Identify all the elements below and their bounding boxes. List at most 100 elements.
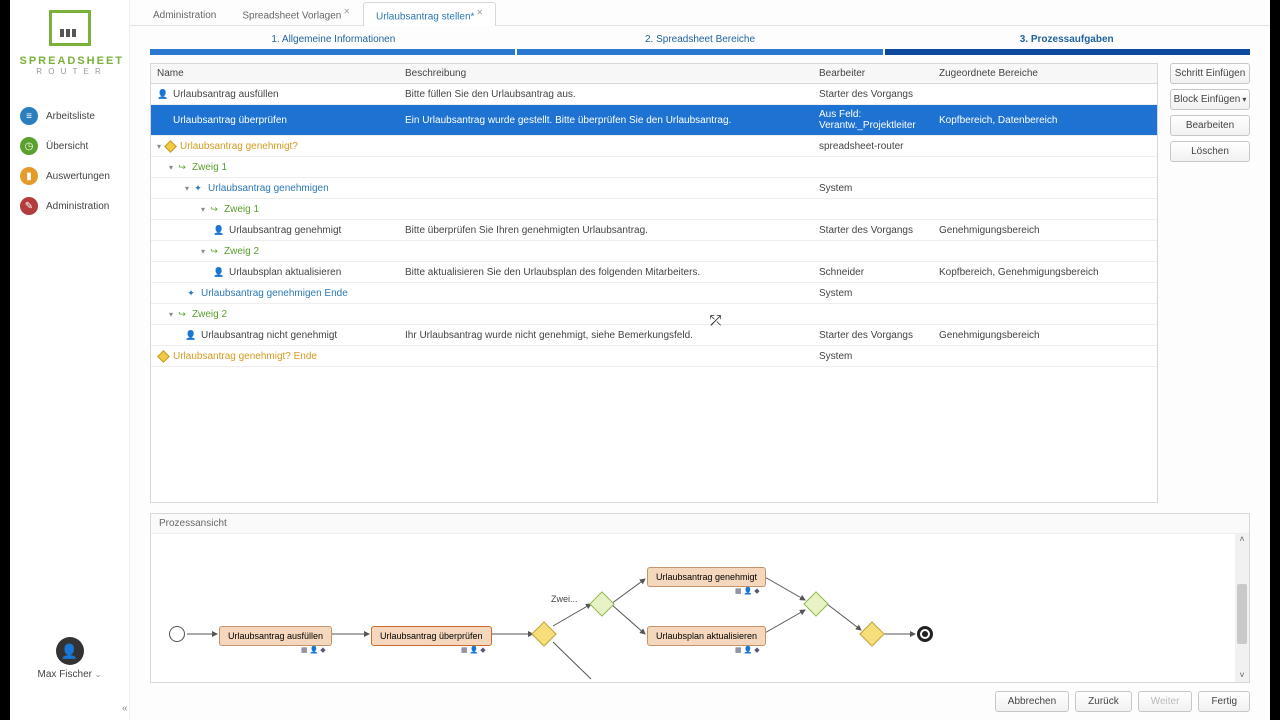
nav-label: Arbeitsliste: [46, 111, 95, 122]
branch-icon: ↪: [208, 203, 220, 215]
task-genehmigt[interactable]: Urlaubsantrag genehmigt: [647, 567, 766, 587]
start-event[interactable]: [169, 626, 185, 642]
table-row[interactable]: ▾↪Zweig 1: [151, 157, 1157, 178]
cancel-button[interactable]: Abbrechen: [995, 691, 1069, 712]
flow-lines: [151, 534, 1249, 682]
task-table: Name Beschreibung Bearbeiter Zugeordnete…: [150, 63, 1158, 503]
chevron-down-icon: ⌄: [95, 670, 102, 679]
user-task-icon: 👤: [213, 266, 225, 278]
col-zugeordnete[interactable]: Zugeordnete Bereiche: [933, 64, 1157, 83]
task-ueberpruefen[interactable]: Urlaubsantrag überprüfen: [371, 626, 492, 646]
wizard-steps: 1. Allgemeine Informationen 2. Spreadshe…: [130, 26, 1270, 55]
gateway[interactable]: [535, 625, 553, 643]
step-2[interactable]: 2. Spreadsheet Bereiche: [517, 34, 884, 49]
table-row[interactable]: Urlaubsantrag genehmigt? Ende System: [151, 346, 1157, 367]
chart-icon: ▮: [20, 167, 38, 185]
scroll-thumb[interactable]: [1237, 584, 1247, 644]
nav-auswertungen[interactable]: ▮ Auswertungen: [10, 161, 129, 191]
nav-arbeitsliste[interactable]: ≡ Arbeitsliste: [10, 101, 129, 131]
branch-icon: ↪: [208, 245, 220, 257]
expand-icon[interactable]: ▾: [201, 247, 205, 256]
nav: ≡ Arbeitsliste ◷ Übersicht ▮ Auswertunge…: [10, 101, 129, 221]
table-row[interactable]: ▾↪Zweig 2: [151, 304, 1157, 325]
nav-ubersicht[interactable]: ◷ Übersicht: [10, 131, 129, 161]
table-row[interactable]: ▾Urlaubsantrag genehmigt? spreadsheet-ro…: [151, 136, 1157, 157]
table-row[interactable]: ▾↪Zweig 2: [151, 241, 1157, 262]
chevron-down-icon: ▾: [1242, 95, 1246, 104]
nav-administration[interactable]: ✎ Administration: [10, 191, 129, 221]
gateway-join[interactable]: [863, 625, 881, 643]
edit-button[interactable]: Bearbeiten: [1170, 115, 1250, 136]
expand-icon[interactable]: ▾: [157, 142, 161, 151]
gateway-icon: [164, 140, 176, 152]
expand-icon[interactable]: ▾: [201, 205, 205, 214]
footer-buttons: Abbrechen Zurück Weiter Fertig: [130, 683, 1270, 720]
gateway-end-icon: [157, 350, 169, 362]
task-aktualisieren[interactable]: Urlaubsplan aktualisieren: [647, 626, 766, 646]
gateway-parallel-join[interactable]: [807, 595, 825, 613]
table-row[interactable]: 👤Urlaubsantrag ausfüllen Bitte füllen Si…: [151, 84, 1157, 105]
logo-icon: [49, 10, 91, 46]
table-row-selected[interactable]: 👤Urlaubsantrag überprüfen Ein Urlaubsant…: [151, 105, 1157, 136]
delete-button[interactable]: Löschen: [1170, 141, 1250, 162]
nav-label: Auswertungen: [46, 171, 110, 182]
table-row[interactable]: ✦Urlaubsantrag genehmigen Ende System: [151, 283, 1157, 304]
user-block[interactable]: 👤 Max Fischer ⌄: [38, 637, 102, 680]
nav-label: Übersicht: [46, 141, 88, 152]
process-view-title: Prozessansicht: [151, 514, 1249, 534]
next-button: Weiter: [1138, 691, 1193, 712]
logo: SPREADSHEET R O U T E R: [20, 10, 120, 76]
parallel-end-icon: ✦: [185, 287, 197, 299]
table-row[interactable]: ▾↪Zweig 1: [151, 199, 1157, 220]
branch-label: Zwei...: [551, 594, 578, 604]
tab-vorlagen[interactable]: Spreadsheet Vorlagen✕: [229, 1, 363, 25]
nav-label: Administration: [46, 201, 109, 212]
process-view-panel: Prozessansicht Urlaubsantr: [150, 513, 1250, 683]
sidebar: SPREADSHEET R O U T E R ≡ Arbeitsliste ◷…: [10, 0, 130, 720]
expand-icon[interactable]: ▾: [185, 184, 189, 193]
parallel-icon: ✦: [192, 182, 204, 194]
scrollbar[interactable]: ˄ ˅: [1235, 534, 1249, 682]
col-beschreibung[interactable]: Beschreibung: [399, 64, 813, 83]
close-icon[interactable]: ✕: [343, 7, 350, 16]
finish-button[interactable]: Fertig: [1198, 691, 1250, 712]
table-row[interactable]: 👤Urlaubsantrag nicht genehmigt Ihr Urlau…: [151, 325, 1157, 346]
tabs: Administration Spreadsheet Vorlagen✕ Url…: [130, 0, 1270, 26]
scroll-up-icon[interactable]: ˄: [1239, 534, 1244, 544]
tab-administration[interactable]: Administration: [140, 4, 229, 25]
insert-step-button[interactable]: Schritt Einfügen: [1170, 63, 1250, 84]
col-bearbeiter[interactable]: Bearbeiter: [813, 64, 933, 83]
expand-icon[interactable]: ▾: [169, 310, 173, 319]
branch-icon: ↪: [176, 308, 188, 320]
col-name[interactable]: Name: [151, 64, 399, 83]
process-canvas[interactable]: Urlaubsantrag ausfüllen ▦ 👤 ◆ Urlaubsant…: [151, 534, 1249, 682]
gateway-parallel[interactable]: [593, 595, 611, 613]
wrench-icon: ✎: [20, 197, 38, 215]
user-name: Max Fischer: [38, 669, 92, 680]
close-icon[interactable]: ✕: [476, 8, 483, 17]
tab-urlaubsantrag[interactable]: Urlaubsantrag stellen*✕: [363, 2, 496, 26]
brand-line1: SPREADSHEET: [20, 55, 120, 67]
end-event[interactable]: [917, 626, 933, 642]
step-1[interactable]: 1. Allgemeine Informationen: [150, 34, 517, 49]
user-task-icon: 👤: [157, 88, 169, 100]
user-task-icon: 👤: [185, 329, 197, 341]
expand-icon[interactable]: ▾: [169, 163, 173, 172]
side-buttons: Schritt Einfügen Block Einfügen▾ Bearbei…: [1170, 63, 1250, 503]
collapse-sidebar-icon[interactable]: «: [122, 703, 128, 714]
task-badges-icon: ▦ 👤 ◆: [461, 646, 486, 654]
table-row[interactable]: 👤Urlaubsplan aktualisieren Bitte aktuali…: [151, 262, 1157, 283]
insert-block-button[interactable]: Block Einfügen▾: [1170, 89, 1250, 110]
scroll-down-icon[interactable]: ˅: [1239, 670, 1244, 680]
step-3[interactable]: 3. Prozessaufgaben: [883, 34, 1250, 49]
list-icon: ≡: [20, 107, 38, 125]
table-row[interactable]: ▾✦Urlaubsantrag genehmigen System: [151, 178, 1157, 199]
back-button[interactable]: Zurück: [1075, 691, 1132, 712]
task-ausfuellen[interactable]: Urlaubsantrag ausfüllen: [219, 626, 332, 646]
task-badges-icon: ▦ 👤 ◆: [301, 646, 326, 654]
brand-line2: R O U T E R: [20, 67, 120, 76]
branch-icon: ↪: [176, 161, 188, 173]
task-badges-icon: ▦ 👤 ◆: [735, 646, 760, 654]
table-row[interactable]: 👤Urlaubsantrag genehmigt Bitte überprüfe…: [151, 220, 1157, 241]
user-task-icon: 👤: [213, 224, 225, 236]
